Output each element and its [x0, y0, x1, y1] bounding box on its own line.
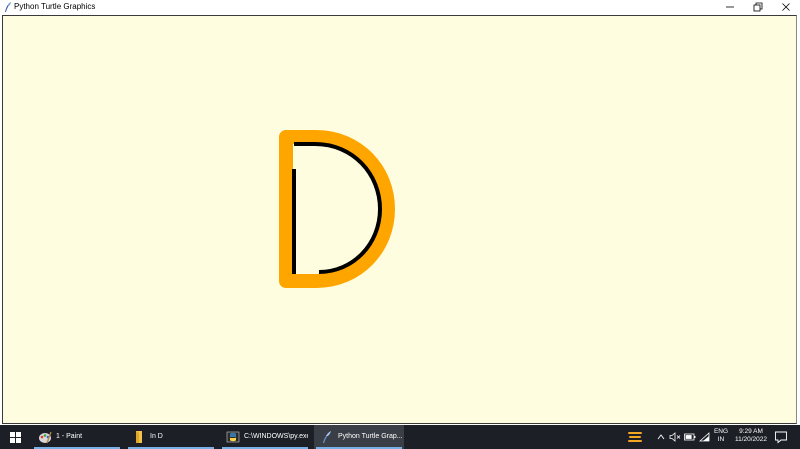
window-title: Python Turtle Graphics	[14, 2, 96, 11]
folder-icon	[136, 431, 142, 443]
notification-center-button[interactable]	[774, 430, 788, 444]
turtle-canvas[interactable]	[2, 15, 797, 424]
close-button[interactable]	[772, 0, 800, 14]
notification-icon	[775, 431, 787, 444]
clock-time: 9:29 AM	[739, 428, 763, 435]
region-code: IN	[717, 436, 725, 443]
input-language-indicator[interactable]: ENG IN	[710, 428, 732, 444]
taskbar-item-turtle-graphics[interactable]: Python Turtle Grap...	[314, 425, 404, 449]
close-icon	[782, 3, 790, 11]
paint-icon	[39, 431, 52, 444]
start-button[interactable]	[0, 425, 30, 449]
taskbar-item-label: 1 - Paint	[56, 433, 83, 440]
taskbar-item-label: In D	[150, 433, 163, 440]
turtle-drawing	[279, 130, 395, 288]
taskbar: 1 - Paint In D C:\WINDOWS\py.exe Python …	[0, 425, 800, 449]
clock-date: 11/20/2022	[734, 436, 768, 443]
weather-icon[interactable]	[626, 429, 644, 445]
language-code: ENG	[713, 428, 729, 435]
wifi-icon[interactable]	[698, 431, 710, 443]
taskbar-item-paint[interactable]: 1 - Paint	[32, 425, 122, 449]
chevron-up-icon[interactable]	[656, 431, 666, 443]
taskbar-clock[interactable]: 9:29 AM 11/20/2022	[732, 428, 770, 444]
title-bar[interactable]: Python Turtle Graphics	[0, 0, 800, 14]
volume-muted-icon[interactable]	[669, 431, 681, 443]
restore-icon	[753, 2, 763, 12]
taskbar-item-python-console[interactable]: C:\WINDOWS\py.exe	[220, 425, 310, 449]
minimize-icon	[726, 6, 734, 8]
feather-icon	[323, 431, 331, 443]
minimize-button[interactable]	[716, 0, 744, 14]
weather-graphic	[628, 432, 642, 442]
feather-icon	[5, 2, 11, 12]
taskbar-item-label: C:\WINDOWS\py.exe	[244, 433, 308, 440]
taskbar-item-folder[interactable]: In D	[126, 425, 216, 449]
windows-logo-icon	[9, 431, 21, 443]
python-console-icon	[226, 431, 240, 443]
restore-button[interactable]	[744, 0, 772, 14]
letter-d-outline	[279, 130, 395, 288]
taskbar-item-label: Python Turtle Grap...	[338, 433, 402, 440]
battery-icon[interactable]	[684, 431, 696, 443]
